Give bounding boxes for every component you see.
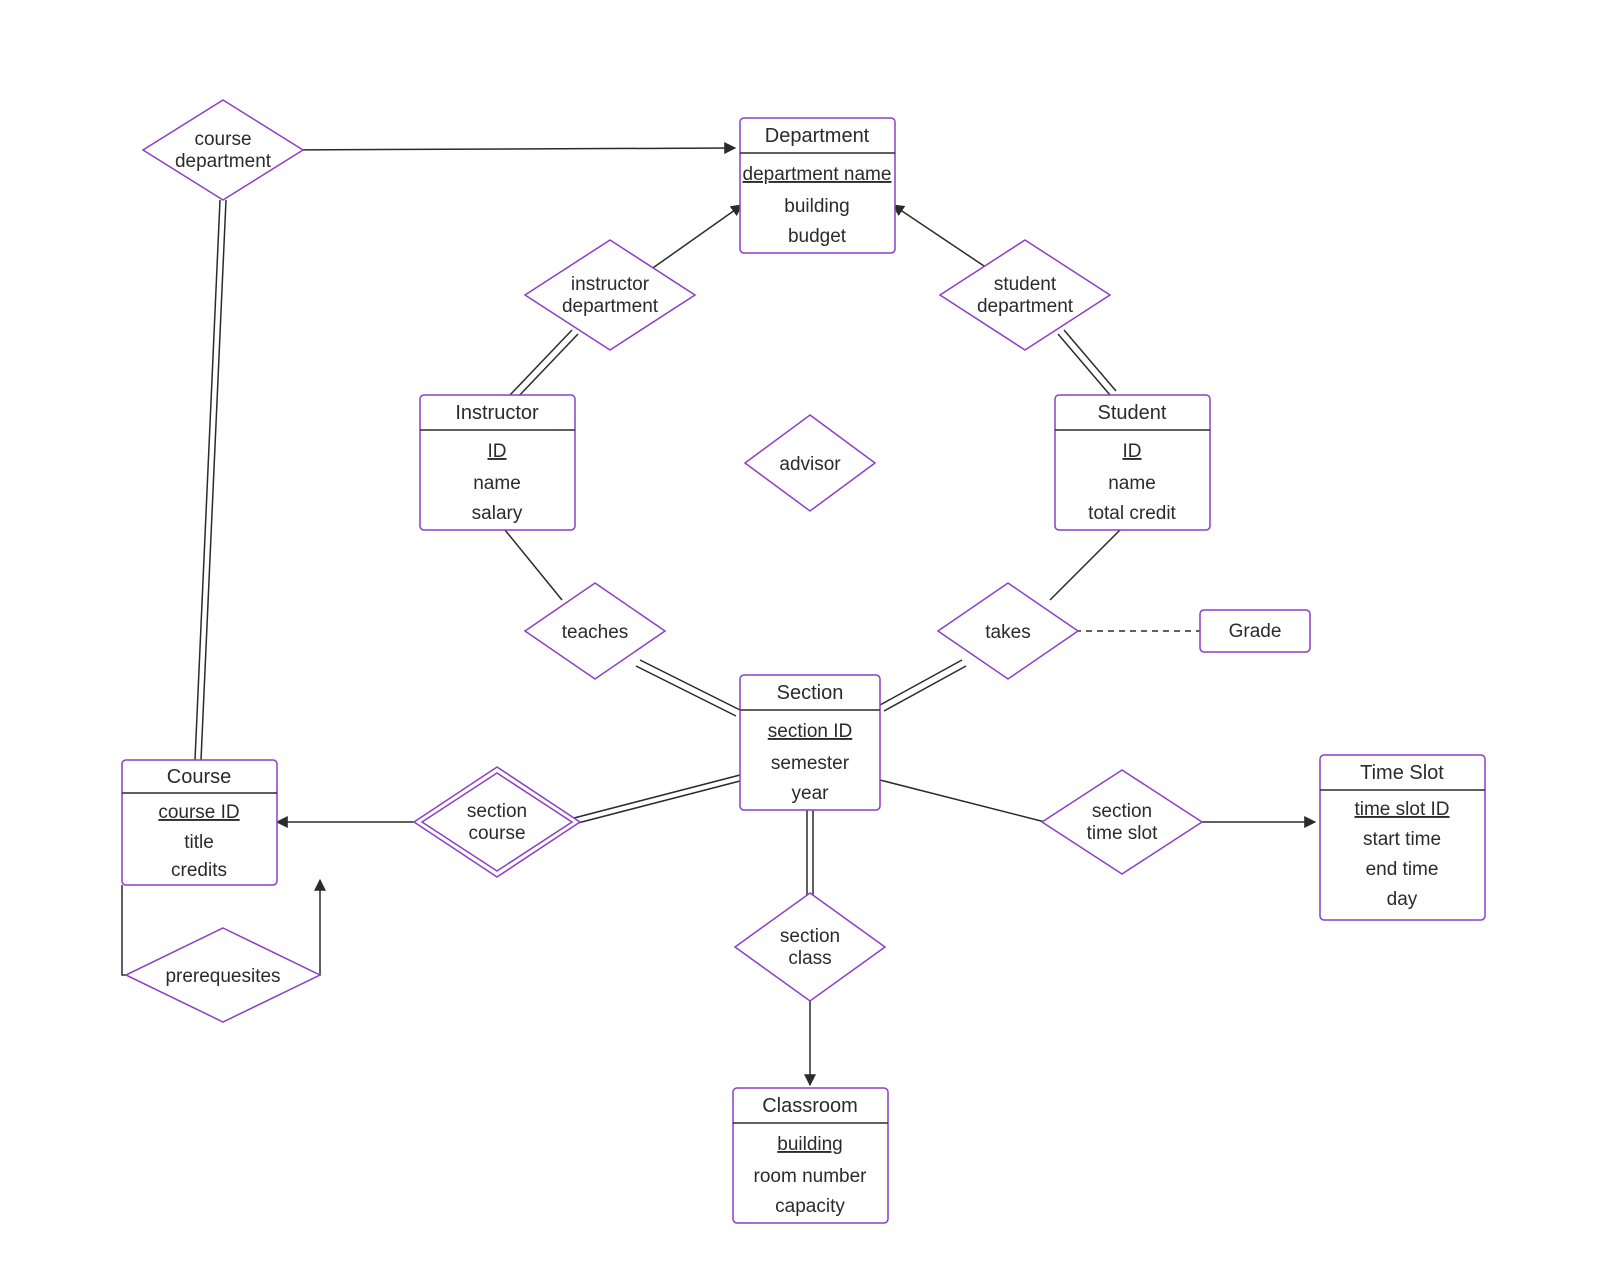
svg-text:instructor: instructor [571,274,650,295]
rel-student-department: student department [940,240,1110,350]
entity-course-key: course ID [158,802,239,823]
svg-text:department: department [977,296,1074,317]
edge-takes-section-b [884,666,966,711]
entity-instructor-attr1: salary [472,503,523,524]
entity-timeslot-key: time slot ID [1354,799,1449,820]
entity-instructor-key: ID [488,441,507,462]
entity-instructor-title: Instructor [455,402,539,424]
entity-section: Section section ID semester year [740,675,880,810]
entity-section-title: Section [777,682,844,704]
rel-prerequisites: prerequesites [126,928,320,1022]
edge-teaches-section-a [640,660,740,710]
rel-section-class: section class [735,893,885,1001]
rel-advisor: advisor [745,415,875,511]
entity-student-title: Student [1098,402,1167,424]
svg-text:course: course [468,823,525,844]
edge-coursedept-course-a [195,200,220,760]
edge-section-sectioncourse-a [574,775,740,818]
entity-timeslot-attr1: end time [1366,859,1439,880]
svg-text:department: department [562,296,659,317]
rel-takes: takes [938,583,1078,679]
entity-timeslot-attr0: start time [1363,829,1441,850]
entity-timeslot-attr2: day [1387,889,1418,910]
entity-classroom-key: building [777,1134,843,1155]
svg-text:advisor: advisor [779,454,841,475]
rel-teaches: teaches [525,583,665,679]
entity-timeslot-title: Time Slot [1360,762,1444,784]
entity-department-title: Department [765,125,870,147]
entity-classroom-attr1: capacity [775,1196,845,1217]
rel-section-timeslot: section time slot [1042,770,1202,874]
edge-course-prereq-right [305,880,320,975]
entity-department-attr1: budget [788,226,847,247]
entity-course-title: Course [167,766,231,788]
entity-course-attr0: title [184,832,214,853]
edge-student-takes [1050,530,1120,600]
entity-section-attr0: semester [771,753,850,774]
entity-course: Course course ID title credits [122,760,277,885]
edge-coursedept-course-b [201,200,226,760]
rel-course-department: course department [143,100,303,200]
svg-text:section: section [467,801,527,822]
entity-student-attr1: total credit [1088,503,1176,524]
edge-studdept-student-b [1064,330,1116,391]
entity-instructor-attr0: name [473,473,521,494]
svg-text:class: class [788,948,831,969]
svg-text:section: section [780,926,840,947]
entity-department-attr0: building [784,196,850,217]
rel-section-course: section course [414,767,580,877]
edge-course-prereq-left [122,885,140,975]
entity-student-key: ID [1123,441,1142,462]
edge-teaches-section-b [636,666,736,716]
svg-text:teaches: teaches [562,622,629,643]
entity-department: Department department name building budg… [740,118,895,253]
svg-text:section: section [1092,801,1152,822]
entity-section-attr1: year [792,783,830,804]
edge-section-sectioncourse-b [574,781,740,824]
svg-text:takes: takes [985,622,1030,643]
svg-text:course: course [194,129,251,150]
svg-text:student: student [994,274,1057,295]
edge-studdept-department [893,205,990,270]
entity-classroom: Classroom building room number capacity [733,1088,888,1223]
edge-instrdept-instructor-a [510,330,572,395]
edge-section-sectiontimeslot [880,780,1045,822]
svg-text:time slot: time slot [1087,823,1158,844]
entity-department-key: department name [743,164,892,185]
entity-instructor: Instructor ID name salary [420,395,575,530]
entity-classroom-title: Classroom [762,1095,858,1117]
svg-text:prerequesites: prerequesites [165,966,280,987]
edge-instrdept-department [650,205,742,270]
edge-instructor-teaches [505,530,562,600]
edge-instrdept-instructor-b [516,334,578,399]
attr-grade: Grade [1200,610,1310,652]
edge-coursedept-department [278,148,735,150]
entity-classroom-attr0: room number [754,1166,868,1187]
entity-student-attr0: name [1108,473,1156,494]
entity-student: Student ID name total credit [1055,395,1210,530]
attr-grade-label: Grade [1229,621,1282,642]
entity-timeslot: Time Slot time slot ID start time end ti… [1320,755,1485,920]
edge-studdept-student-a [1058,334,1110,395]
entity-section-key: section ID [768,721,852,742]
entity-course-attr1: credits [171,860,227,881]
edge-takes-section-a [880,660,962,705]
svg-text:department: department [175,151,272,172]
